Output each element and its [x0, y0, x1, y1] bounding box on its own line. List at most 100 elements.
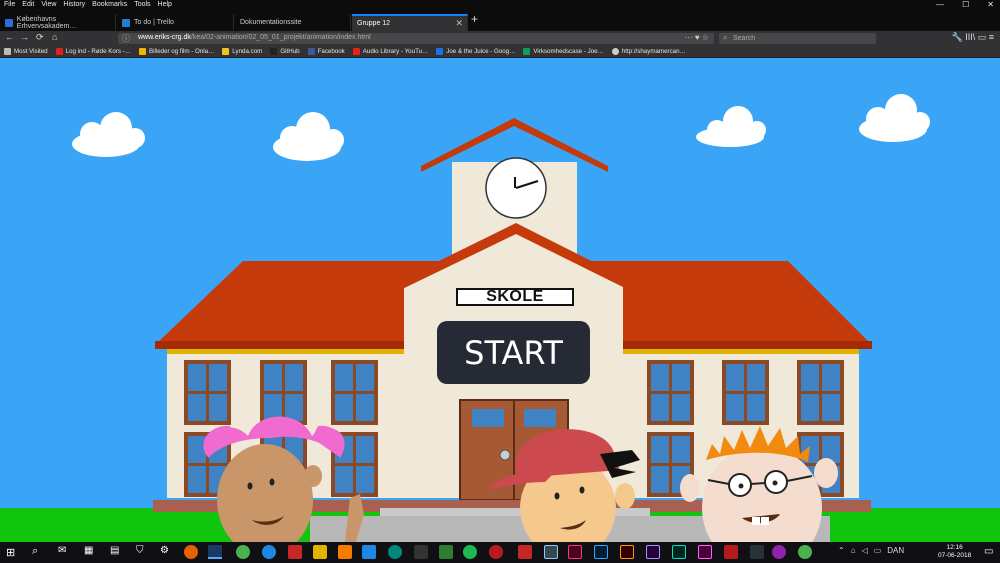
- bookmarks-bar: Most Visited Log ind - Røde Kors -… Bill…: [0, 45, 1000, 58]
- tab-dokumentation[interactable]: Dokumentationssite: [235, 14, 351, 31]
- battery-icon[interactable]: ▭: [874, 546, 882, 555]
- firefox-icon[interactable]: [184, 545, 198, 559]
- bookmark-github[interactable]: GitHub: [270, 47, 300, 55]
- notifications-icon[interactable]: ▭: [984, 546, 993, 557]
- menu-view[interactable]: View: [41, 1, 56, 8]
- taskbar-clock[interactable]: 12:16 07-06-2018: [938, 544, 971, 560]
- bookmark-roede-kors[interactable]: Log ind - Røde Kors -…: [55, 47, 131, 55]
- close-tab-icon[interactable]: ✕: [455, 18, 463, 29]
- cloud-3: [696, 106, 766, 147]
- store-icon[interactable]: ⛉: [136, 545, 144, 556]
- clock-date: 07-06-2018: [938, 552, 972, 559]
- dropbox-icon[interactable]: [362, 545, 376, 559]
- search-bar[interactable]: ⌕: [719, 33, 876, 44]
- reload-button[interactable]: ⟳: [36, 32, 44, 43]
- animation-stage: SKOLE START: [0, 58, 1000, 542]
- document-icon: [523, 47, 531, 55]
- menu-list: File Edit View History Bookmarks Tools H…: [4, 1, 172, 8]
- tab-trello[interactable]: To do | Trello: [117, 14, 234, 31]
- page-actions[interactable]: ··· ♥ ☆: [685, 33, 709, 42]
- toolbar-icons[interactable]: 🔧 III\ ▭ ≡: [952, 32, 994, 43]
- edge-icon[interactable]: [262, 545, 276, 559]
- search-icon: ⌕: [723, 33, 728, 42]
- folder-icon[interactable]: [313, 545, 327, 559]
- acrobat-icon[interactable]: [724, 545, 738, 559]
- maximize-button[interactable]: ☐: [962, 0, 969, 9]
- chrome-icon[interactable]: [236, 545, 250, 559]
- back-button[interactable]: ←: [5, 32, 14, 42]
- app-round-icon[interactable]: [772, 545, 786, 559]
- audition-icon[interactable]: [672, 545, 686, 559]
- menu-history[interactable]: History: [63, 1, 85, 8]
- bookmark-audio-library[interactable]: Audio Library - YouTu…: [352, 47, 429, 55]
- volume-icon[interactable]: ◁: [862, 546, 868, 555]
- windows-logo-icon[interactable]: ⊞: [6, 546, 15, 559]
- bookmark-billeder[interactable]: Billeder og film - Onla…: [138, 47, 215, 55]
- url-bar[interactable]: ⓘ www.eriks-crg.dk/kea/02-animation/02_0…: [118, 33, 714, 44]
- bookmark-most-visited[interactable]: Most Visited: [4, 47, 48, 55]
- menu-edit[interactable]: Edit: [22, 1, 34, 8]
- illustrator-icon[interactable]: [620, 545, 634, 559]
- github-icon: [270, 47, 278, 55]
- bookmark-lynda[interactable]: Lynda.com: [222, 47, 262, 55]
- premiere-icon[interactable]: [646, 545, 660, 559]
- filezilla-icon[interactable]: [288, 545, 302, 559]
- mail-icon[interactable]: ✉: [58, 545, 66, 556]
- terminal-icon[interactable]: [414, 545, 428, 559]
- bookmark-joe-juice[interactable]: Joe & the Juice - Goog…: [436, 47, 515, 55]
- search-taskbar-icon[interactable]: ⌕: [32, 545, 38, 558]
- system-tray: ⌃ ⌂ ◁ ▭ DAN: [838, 546, 904, 555]
- menu-file[interactable]: File: [4, 1, 15, 8]
- tab-label: Gruppe 12: [357, 20, 391, 27]
- start-button[interactable]: START: [437, 321, 590, 384]
- bookmark-label: Audio Library - YouTu…: [362, 47, 429, 55]
- bookmark-facebook[interactable]: Facebook: [307, 47, 345, 55]
- forward-button[interactable]: →: [20, 32, 29, 42]
- camera-icon[interactable]: [518, 545, 532, 559]
- media-icon[interactable]: [489, 545, 503, 559]
- cloud-4: [859, 94, 930, 142]
- input-language[interactable]: DAN: [887, 546, 904, 555]
- gear-icon: [4, 47, 11, 55]
- bookmark-label: Billeder og film - Onla…: [148, 47, 215, 55]
- indesign-icon[interactable]: [568, 545, 582, 559]
- calculator-icon[interactable]: ▤: [110, 545, 119, 556]
- tray-up-icon[interactable]: ⌃: [838, 546, 845, 555]
- menu-help[interactable]: Help: [158, 1, 172, 8]
- app-icon[interactable]: [439, 545, 453, 559]
- home-button[interactable]: ⌂: [52, 32, 57, 42]
- chrome-2-icon[interactable]: [798, 545, 812, 559]
- menu-tools[interactable]: Tools: [134, 1, 150, 8]
- photoshop-icon[interactable]: [594, 545, 608, 559]
- minimize-button[interactable]: —: [936, 0, 944, 9]
- bookmark-label: http://shaymamercan…: [621, 47, 686, 55]
- tab-label: Københavns Erhvervsakadem…: [16, 15, 77, 30]
- drive-icon: [138, 47, 146, 55]
- xd-icon[interactable]: [698, 545, 712, 559]
- menu-bar: File Edit View History Bookmarks Tools H…: [0, 0, 1000, 11]
- calendar-icon[interactable]: ▦: [84, 545, 93, 556]
- search-input[interactable]: [733, 33, 873, 44]
- tab-gruppe-12[interactable]: Gruppe 12 ✕: [352, 14, 468, 31]
- bookmark-label: Virksomhedscase - Joe…: [533, 47, 604, 55]
- url-host: www.eriks-crg.dk: [138, 34, 191, 41]
- settings-icon[interactable]: ⚙: [160, 545, 169, 556]
- new-tab-button[interactable]: +: [471, 12, 478, 26]
- site-info-icon[interactable]: ⓘ: [122, 33, 130, 44]
- xampp-icon[interactable]: [338, 545, 352, 559]
- bookmark-virksomhedscase[interactable]: Virksomhedscase - Joe…: [523, 47, 604, 55]
- bookmark-shaymamercan[interactable]: http://shaymamercan…: [611, 47, 686, 55]
- tab-kea[interactable]: Københavns Erhvervsakadem…: [0, 14, 116, 31]
- nav-bar: ← → ⟳ ⌂ ⓘ www.eriks-crg.dk/kea/02-animat…: [0, 31, 1000, 45]
- spotify-icon[interactable]: [463, 545, 477, 559]
- app-window-icon[interactable]: [544, 545, 558, 559]
- close-window-button[interactable]: ✕: [987, 0, 994, 9]
- menu-bookmarks[interactable]: Bookmarks: [92, 1, 127, 8]
- tool-icon[interactable]: [750, 545, 764, 559]
- vpn-icon[interactable]: [388, 545, 402, 559]
- bookmark-label: GitHub: [280, 47, 300, 55]
- google-drive-icon: [436, 47, 444, 55]
- firefox-dev-icon[interactable]: [208, 545, 222, 559]
- network-icon[interactable]: ⌂: [851, 546, 856, 555]
- youtube-icon: [352, 47, 360, 55]
